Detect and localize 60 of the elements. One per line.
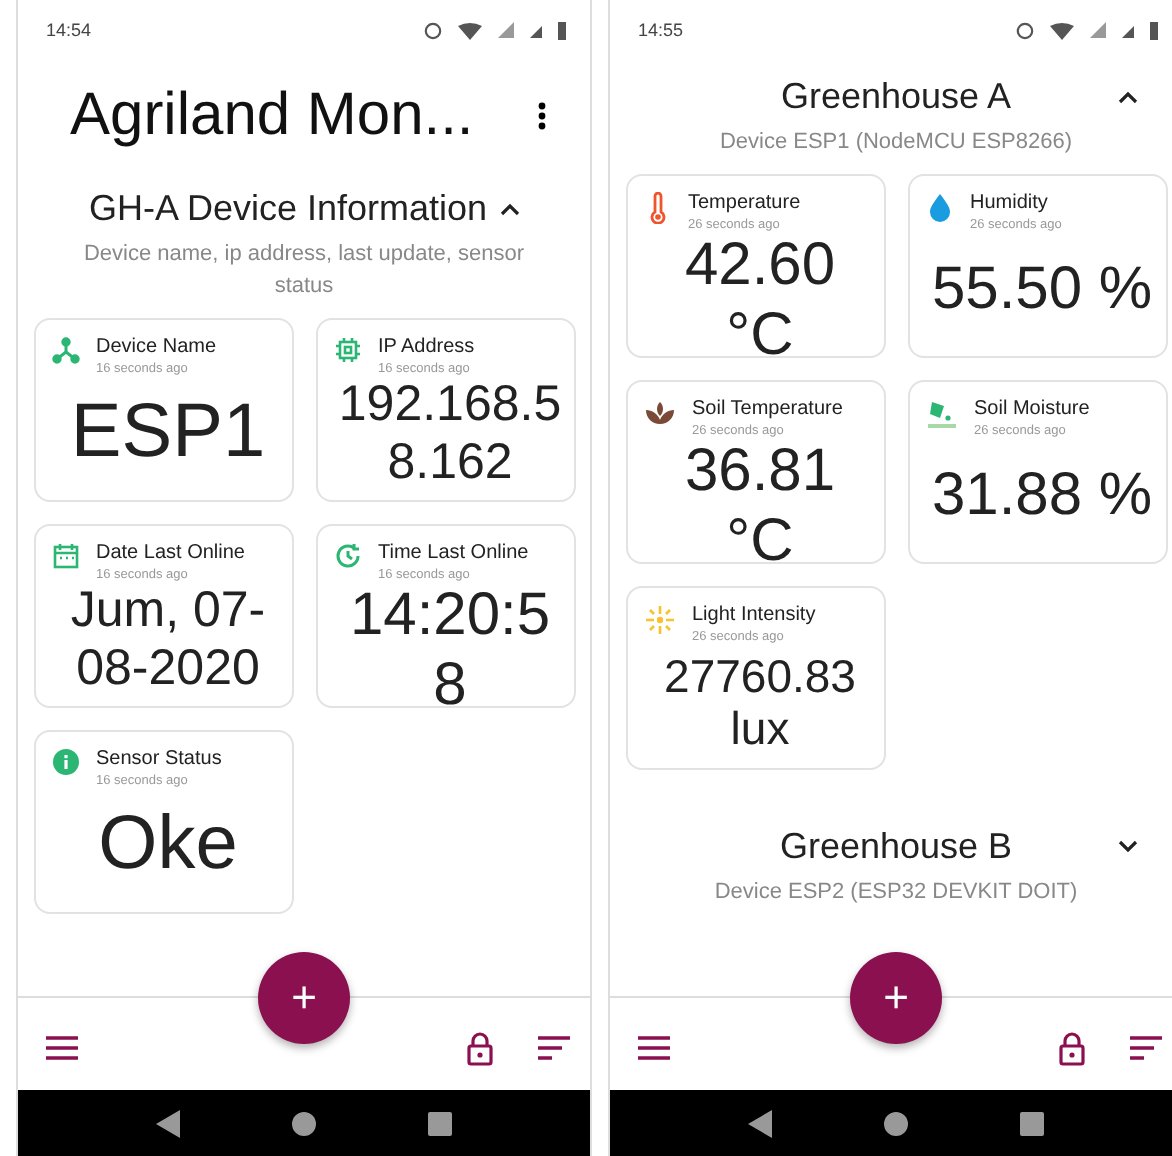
watering-icon	[926, 398, 958, 430]
sun-icon	[644, 604, 676, 636]
card-value: Oke	[96, 800, 240, 891]
card-value: 42.60 °C	[682, 232, 838, 370]
wifi-icon	[458, 21, 482, 39]
menu-icon[interactable]	[638, 1036, 670, 1060]
card-value: 192.168.58.162	[336, 376, 564, 492]
section-title[interactable]: GH-A Device Information	[88, 188, 488, 230]
section-subtitle: Device ESP1 (NodeMCU ESP8266)	[717, 128, 1075, 158]
section-subtitle: Device ESP2 (ESP32 DEVKIT DOIT)	[712, 878, 1080, 908]
recents-icon[interactable]	[1020, 1111, 1044, 1135]
card-title: IP Address	[378, 336, 475, 358]
lock-icon[interactable]	[466, 1031, 494, 1065]
clock-icon	[334, 542, 362, 570]
back-icon[interactable]	[156, 1109, 180, 1137]
add-button[interactable]: +	[850, 952, 942, 1044]
card-title: Time Last Online	[378, 542, 529, 564]
card-value: 36.81 °C	[682, 438, 838, 576]
card-value: 14:20:58	[347, 582, 553, 720]
nodes-icon	[52, 336, 80, 364]
info-icon	[52, 748, 80, 776]
card-value: 31.88 %	[929, 459, 1155, 532]
status-time: 14:54	[46, 20, 92, 40]
battery-icon	[1150, 21, 1158, 39]
add-button[interactable]: +	[258, 952, 350, 1044]
card-title: Device Name	[96, 336, 217, 358]
chevron-up-icon[interactable]	[1118, 90, 1138, 104]
calendar-icon	[52, 542, 80, 570]
card-title: Soil Temperature	[692, 398, 843, 420]
home-icon[interactable]	[884, 1111, 908, 1135]
card-value: 55.50 %	[929, 253, 1155, 326]
home-icon[interactable]	[292, 1111, 316, 1135]
back-icon[interactable]	[748, 1109, 772, 1137]
section-subtitle: Device name, ip address, last update, sensor status	[81, 240, 527, 302]
card-title: Temperature	[688, 192, 801, 214]
app-title: Agriland Mon...	[70, 82, 474, 150]
wifi-icon	[1050, 21, 1074, 39]
card-value: Jum, 07-08-2020	[68, 582, 268, 698]
section-title[interactable]: Greenhouse B	[779, 826, 1013, 868]
water-drop-icon	[926, 192, 954, 224]
card-value: ESP1	[68, 388, 268, 479]
card-title: Soil Moisture	[974, 398, 1090, 420]
more-icon[interactable]	[538, 102, 546, 130]
recents-icon[interactable]	[428, 1111, 452, 1135]
chip-icon	[334, 336, 362, 364]
lock-icon[interactable]	[1058, 1031, 1086, 1065]
card-title: Date Last Online	[96, 542, 245, 564]
sort-icon[interactable]	[538, 1036, 570, 1060]
chevron-up-icon[interactable]	[499, 202, 520, 216]
battery-icon	[558, 21, 566, 39]
sort-icon[interactable]	[1130, 1036, 1162, 1060]
menu-icon[interactable]	[46, 1036, 78, 1060]
card-title: Sensor Status	[96, 748, 222, 770]
card-title: Humidity	[970, 192, 1050, 214]
sprout-icon	[644, 398, 676, 426]
card-title: Light Intensity	[692, 604, 816, 626]
chevron-down-icon[interactable]	[1118, 840, 1138, 854]
section-title[interactable]: Greenhouse A	[780, 76, 1012, 118]
card-value: 27760.83 lux	[662, 647, 858, 758]
status-time: 14:55	[638, 20, 684, 40]
